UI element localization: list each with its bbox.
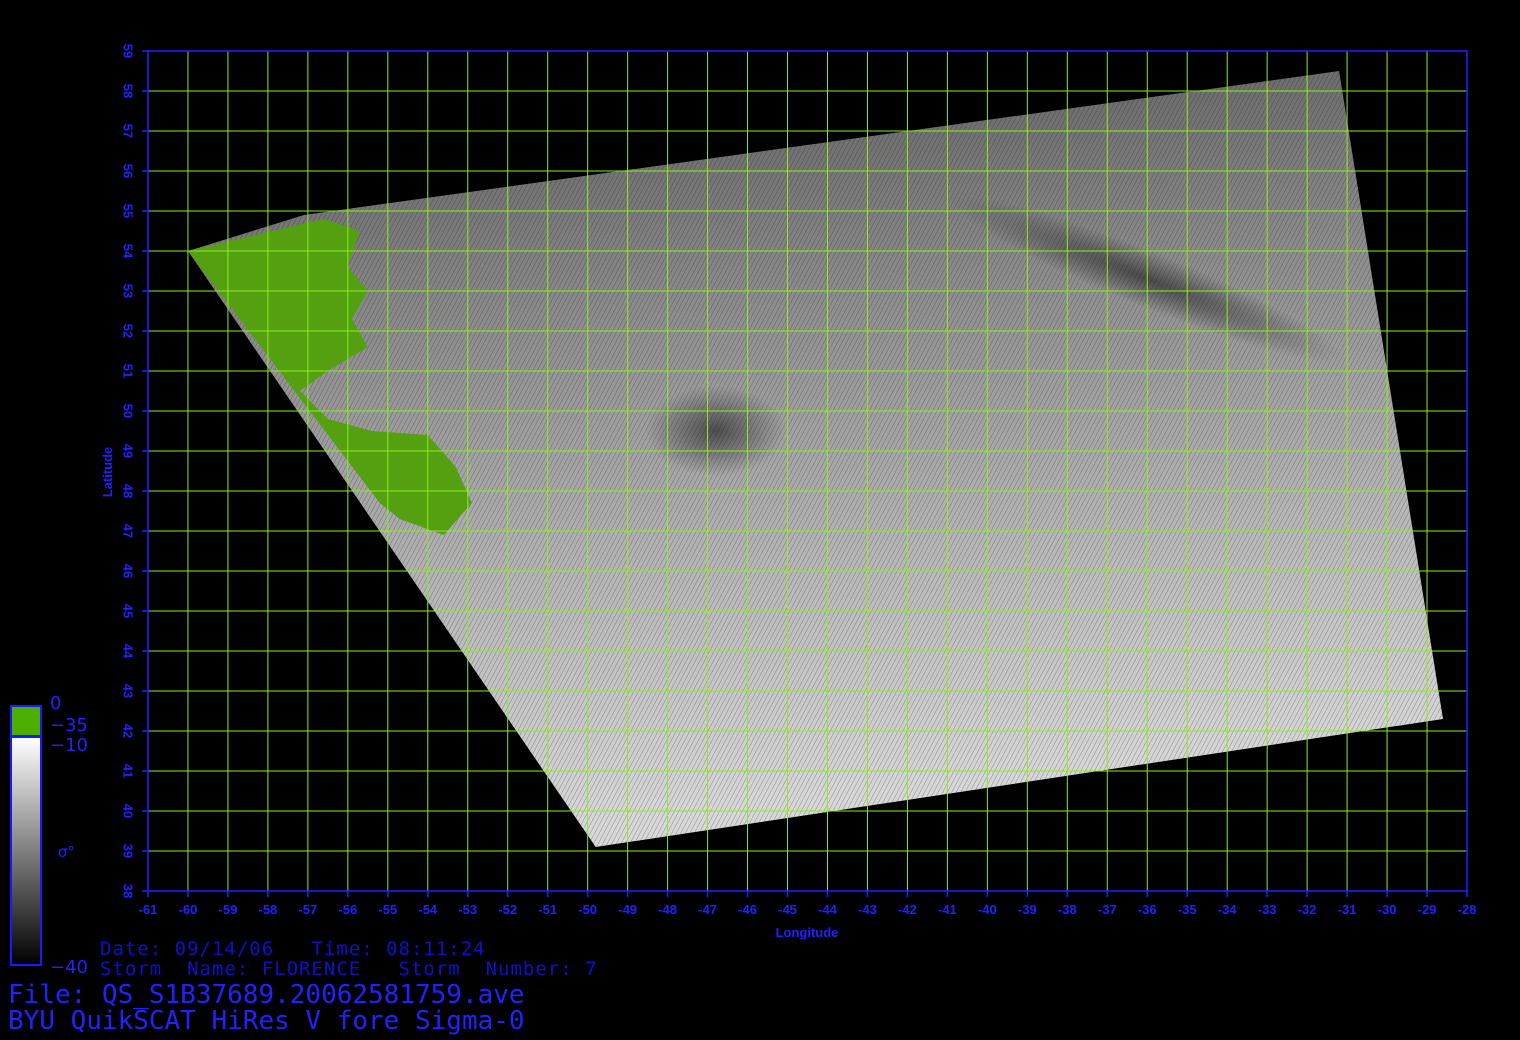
- colorbar-label-minus35: −35: [50, 715, 88, 736]
- lon-tick-label: -42: [898, 902, 917, 917]
- lat-tick-label: 58: [121, 84, 136, 98]
- lon-tick-label: -60: [179, 902, 198, 917]
- lat-tick-label: 47: [121, 524, 136, 538]
- lon-tick-label: -34: [1218, 902, 1238, 917]
- lon-tick-label: -49: [618, 902, 637, 917]
- colorbar: [10, 705, 42, 966]
- lat-tick-label: 38: [121, 884, 136, 898]
- lat-tick-label: 44: [121, 644, 136, 659]
- colorbar-land-swatch: [10, 705, 42, 737]
- quikscat-map: -61 -60 -59 -58 -57 -56 -55 -54 -53 -52 -51 -50 -49 -…: [10, 44, 1477, 966]
- colorbar-label-minus10: −10: [50, 735, 88, 756]
- lon-tick-label: -37: [1098, 902, 1117, 917]
- lat-tick-label: 57: [121, 124, 136, 138]
- lat-tick-label: 39: [121, 844, 136, 858]
- lon-tick-label: -58: [259, 902, 278, 917]
- x-axis-label: Longitude: [776, 925, 839, 940]
- lat-tick-label: 51: [121, 364, 136, 378]
- lon-tick-label: -54: [418, 902, 438, 917]
- lon-tick-label: -53: [458, 902, 477, 917]
- storm-name-line: Storm Name: FLORENCE Storm Number: 7: [100, 958, 598, 980]
- lat-tick-label: 49: [121, 444, 136, 458]
- lon-tick-label: -29: [1418, 902, 1437, 917]
- lon-tick-label: -52: [498, 902, 517, 917]
- lat-tick-label: 56: [121, 164, 136, 178]
- lon-tick-label: -56: [338, 902, 357, 917]
- lon-tick-label: -43: [858, 902, 877, 917]
- lon-tick-label: -59: [219, 902, 238, 917]
- colorbar-label-minus40: −40: [50, 957, 88, 978]
- date-time-line: Date: 09/14/06 Time: 08:11:24: [100, 938, 486, 960]
- lon-tick-label: -55: [378, 902, 397, 917]
- lon-tick-label: -51: [538, 902, 557, 917]
- colorbar-sigma-symbol: σ°: [58, 843, 76, 861]
- lat-tick-label: 45: [121, 604, 136, 618]
- lat-tick-label: 43: [121, 684, 136, 698]
- lon-tick-label: -61: [139, 902, 158, 917]
- product-title-line: BYU QuikSCAT HiRes V fore Sigma-0: [8, 1006, 525, 1036]
- lon-tick-label: -45: [778, 902, 797, 917]
- lon-tick-label: -30: [1378, 902, 1397, 917]
- lon-tick-label: -36: [1138, 902, 1157, 917]
- lat-tick-label: 50: [121, 404, 136, 418]
- lat-tick-label: 54: [121, 244, 136, 259]
- lat-tick-label: 41: [121, 764, 136, 778]
- lat-tick-label: 52: [121, 324, 136, 338]
- lon-tick-label: -38: [1058, 902, 1077, 917]
- lon-tick-label: -32: [1298, 902, 1317, 917]
- lon-tick-label: -57: [298, 902, 317, 917]
- lat-tick-label: 55: [121, 204, 136, 218]
- lon-tick-label: -44: [818, 902, 838, 917]
- lon-tick-label: -35: [1178, 902, 1197, 917]
- longitude-tick-labels: -61 -60 -59 -58 -57 -56 -55 -54 -53 -52 -51 -50 -49 -…: [139, 891, 1477, 917]
- lon-tick-label: -50: [578, 902, 597, 917]
- colorbar-gradient: [10, 736, 42, 966]
- y-axis-label: Latitude: [100, 447, 115, 498]
- lon-tick-label: -33: [1258, 902, 1277, 917]
- lon-tick-label: -40: [978, 902, 997, 917]
- lat-tick-label: 46: [121, 564, 136, 578]
- lon-tick-label: -47: [698, 902, 717, 917]
- lat-tick-label: 40: [121, 804, 136, 818]
- lat-tick-label: 59: [121, 44, 136, 58]
- lon-tick-label: -46: [738, 902, 757, 917]
- colorbar-label-0: 0: [50, 693, 62, 714]
- lon-tick-label: -28: [1458, 902, 1477, 917]
- lat-tick-label: 53: [121, 284, 136, 298]
- lon-tick-label: -41: [938, 902, 957, 917]
- lon-tick-label: -39: [1018, 902, 1037, 917]
- latitude-tick-labels: 38 39 40 41 42 43 44 45 46 47 48 49 50 51 52 53 54 55 56 57…: [121, 44, 148, 898]
- lat-tick-label: 42: [121, 724, 136, 738]
- lon-tick-label: -48: [658, 902, 677, 917]
- lat-tick-label: 48: [121, 484, 136, 498]
- lon-tick-label: -31: [1338, 902, 1357, 917]
